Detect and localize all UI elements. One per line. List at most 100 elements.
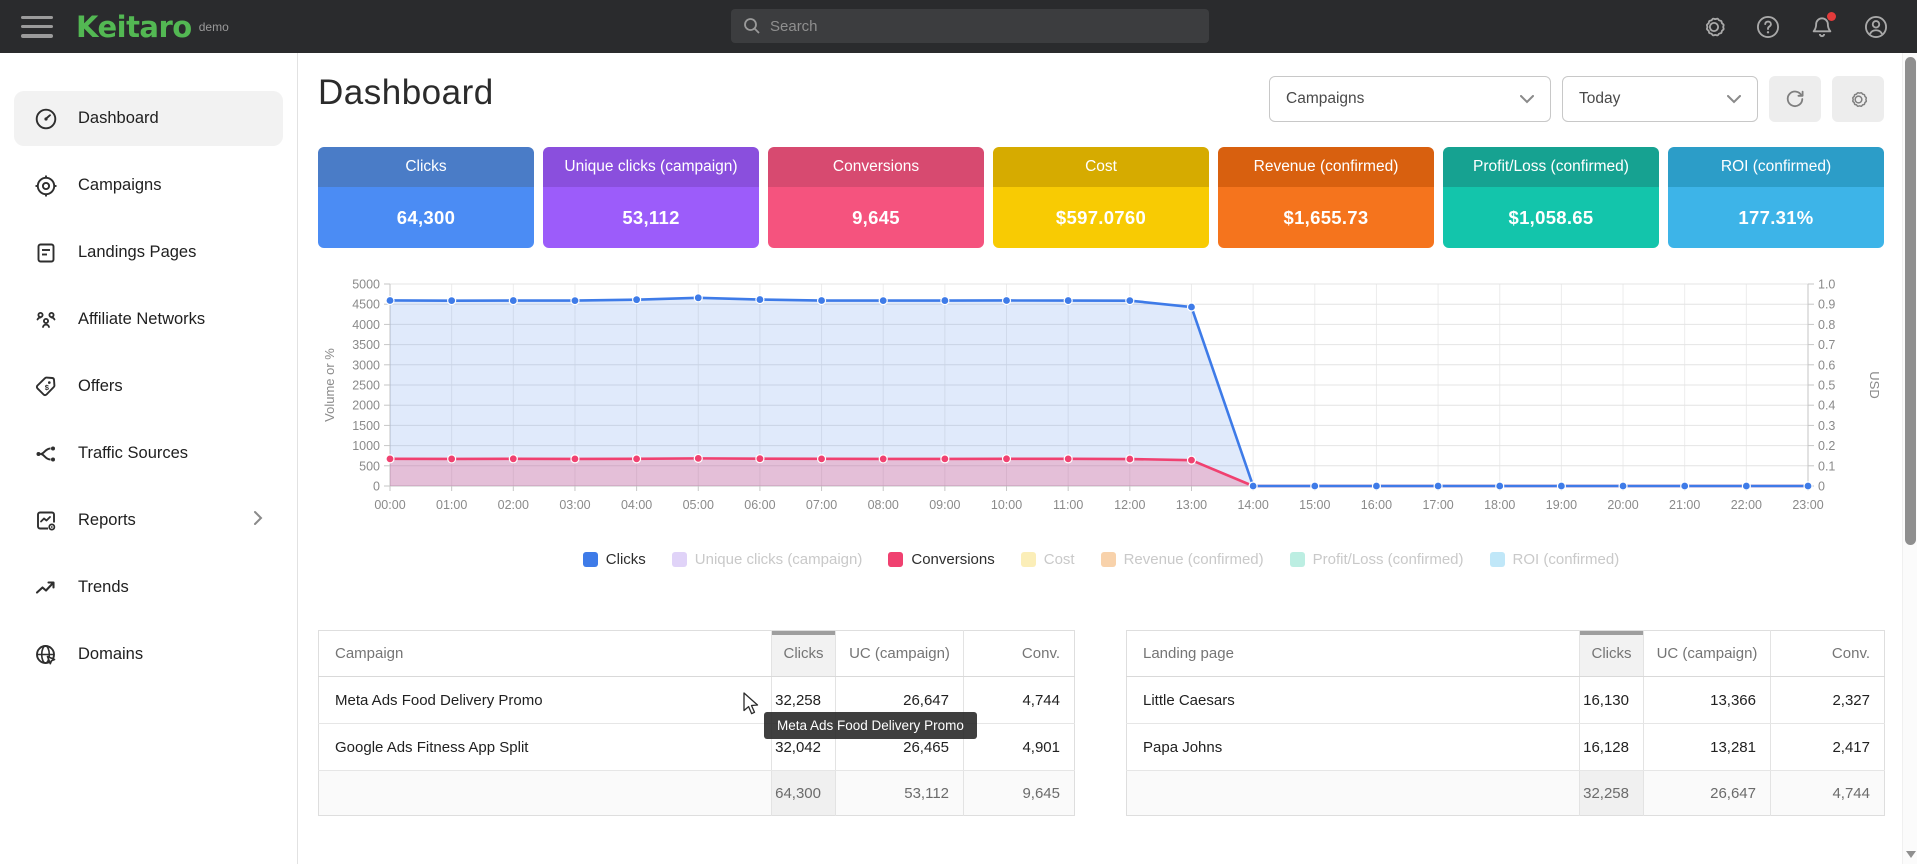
column-header-clicks[interactable]: Clicks — [1580, 631, 1644, 677]
svg-text:0.5: 0.5 — [1818, 379, 1835, 393]
svg-text:13:00: 13:00 — [1176, 498, 1207, 512]
legend-label: Profit/Loss (confirmed) — [1313, 551, 1464, 568]
search-input[interactable] — [770, 18, 1170, 35]
row-value-cell: 4,744 — [964, 677, 1075, 724]
svg-text:5000: 5000 — [352, 278, 380, 292]
affiliate-people-icon — [33, 307, 59, 333]
metric-card-unique-clicks-campaign-[interactable]: Unique clicks (campaign)53,112 — [543, 147, 759, 248]
sidebar-item-label: Landings Pages — [78, 243, 196, 262]
svg-text:0.7: 0.7 — [1818, 338, 1835, 352]
date-range-select[interactable]: Today — [1562, 76, 1758, 122]
table-row[interactable]: Little Caesars16,13013,3662,327 — [1127, 677, 1885, 724]
account-icon[interactable] — [1863, 14, 1889, 40]
page-scrollbar[interactable] — [1902, 53, 1917, 864]
column-header-landing-page[interactable]: Landing page — [1127, 631, 1580, 677]
global-search[interactable] — [731, 9, 1209, 43]
svg-text:$: $ — [45, 382, 50, 391]
legend-label: Clicks — [606, 551, 646, 568]
legend-item-clicks[interactable]: Clicks — [583, 551, 646, 568]
sidebar-item-label: Dashboard — [78, 109, 159, 128]
legend-item-roi-confirmed-[interactable]: ROI (confirmed) — [1490, 551, 1620, 568]
sidebar-item-landings-pages[interactable]: Landings Pages — [14, 225, 283, 280]
sidebar-item-traffic-sources[interactable]: Traffic Sources — [14, 426, 283, 481]
metric-card-revenue-confirmed-[interactable]: Revenue (confirmed)$1,655.73 — [1218, 147, 1434, 248]
totals-cell: 4,744 — [1771, 771, 1885, 816]
legend-item-unique-clicks-campaign-[interactable]: Unique clicks (campaign) — [672, 551, 863, 568]
menu-toggle-icon[interactable] — [21, 16, 53, 38]
sidebar-item-reports[interactable]: Reports — [14, 493, 283, 548]
summary-tables-row: CampaignClicksUC (campaign)Conv.Meta Ads… — [318, 630, 1884, 816]
svg-text:00:00: 00:00 — [374, 498, 405, 512]
dashboard-settings-button[interactable] — [1832, 76, 1884, 122]
metric-card-label: Conversions — [768, 147, 984, 187]
svg-text:06:00: 06:00 — [744, 498, 775, 512]
metric-card-label: Cost — [993, 147, 1209, 187]
svg-text:08:00: 08:00 — [868, 498, 899, 512]
row-name-cell[interactable]: Papa Johns — [1127, 724, 1580, 771]
notification-dot — [1827, 12, 1836, 21]
metric-card-profit-loss-confirmed-[interactable]: Profit/Loss (confirmed)$1,058.65 — [1443, 147, 1659, 248]
legend-label: Unique clicks (campaign) — [695, 551, 863, 568]
totals-cell: 53,112 — [836, 771, 964, 816]
sidebar-item-domains[interactable]: Domains — [14, 627, 283, 682]
column-header-clicks[interactable]: Clicks — [772, 631, 836, 677]
row-name-cell[interactable]: Meta Ads Food Delivery Promo — [319, 677, 772, 724]
date-range-value: Today — [1579, 90, 1620, 108]
sidebar-item-affiliate-networks[interactable]: Affiliate Networks — [14, 292, 283, 347]
svg-text:17:00: 17:00 — [1422, 498, 1453, 512]
refresh-icon — [1784, 88, 1806, 110]
svg-text:0.2: 0.2 — [1818, 439, 1835, 453]
metric-card-value: 177.31% — [1668, 187, 1884, 248]
row-value-cell: 16,130 — [1580, 677, 1644, 724]
totals-cell: 26,647 — [1644, 771, 1771, 816]
sidebar-item-label: Traffic Sources — [78, 444, 188, 463]
traffic-chart[interactable]: 0500100015002000250030003500400045005000… — [318, 270, 1884, 525]
legend-item-conversions[interactable]: Conversions — [888, 551, 994, 568]
svg-text:10:00: 10:00 — [991, 498, 1022, 512]
row-name-cell[interactable]: Google Ads Fitness App Split — [319, 724, 772, 771]
sidebar: Dashboard Campaigns Landings Pages Affiliat… — [0, 53, 298, 864]
gear-icon — [1848, 89, 1869, 110]
notifications-bell-icon[interactable] — [1809, 14, 1835, 40]
chevron-down-icon — [1520, 95, 1534, 104]
metric-card-label: Profit/Loss (confirmed) — [1443, 147, 1659, 187]
campaigns-target-icon — [33, 173, 59, 199]
refresh-button[interactable] — [1769, 76, 1821, 122]
legend-swatch — [672, 552, 687, 567]
svg-text:500: 500 — [359, 459, 380, 473]
column-header-uc-campaign-[interactable]: UC (campaign) — [1644, 631, 1771, 677]
legend-item-revenue-confirmed-[interactable]: Revenue (confirmed) — [1101, 551, 1264, 568]
sidebar-item-label: Affiliate Networks — [78, 310, 205, 329]
svg-text:03:00: 03:00 — [559, 498, 590, 512]
grouping-select[interactable]: Campaigns — [1269, 76, 1551, 122]
sidebar-item-offers[interactable]: $Offers — [14, 359, 283, 414]
sidebar-item-trends[interactable]: Trends — [14, 560, 283, 615]
metric-card-clicks[interactable]: Clicks64,300 — [318, 147, 534, 248]
totals-cell: 64,300 — [772, 771, 836, 816]
column-header-campaign[interactable]: Campaign — [319, 631, 772, 677]
column-header-conv-[interactable]: Conv. — [1771, 631, 1885, 677]
column-header-conv-[interactable]: Conv. — [964, 631, 1075, 677]
metric-card-cost[interactable]: Cost$597.0760 — [993, 147, 1209, 248]
column-header-uc-campaign-[interactable]: UC (campaign) — [836, 631, 964, 677]
scrollbar-thumb[interactable] — [1905, 57, 1916, 545]
svg-text:0: 0 — [373, 480, 380, 494]
metric-card-roi-confirmed-[interactable]: ROI (confirmed)177.31% — [1668, 147, 1884, 248]
sidebar-item-campaigns[interactable]: Campaigns — [14, 158, 283, 213]
svg-text:4000: 4000 — [352, 318, 380, 332]
legend-label: ROI (confirmed) — [1513, 551, 1620, 568]
help-icon[interactable] — [1755, 14, 1781, 40]
row-name-cell[interactable]: Little Caesars — [1127, 677, 1580, 724]
metric-cards-row: Clicks64,300Unique clicks (campaign)53,1… — [318, 147, 1884, 248]
settings-icon[interactable] — [1701, 14, 1727, 40]
scrollbar-down-arrow[interactable] — [1906, 851, 1916, 858]
metric-card-conversions[interactable]: Conversions9,645 — [768, 147, 984, 248]
page-title: Dashboard — [318, 73, 494, 113]
svg-text:07:00: 07:00 — [806, 498, 837, 512]
svg-text:0: 0 — [1818, 480, 1825, 494]
legend-item-cost[interactable]: Cost — [1021, 551, 1075, 568]
table-row[interactable]: Papa Johns16,12813,2812,417 — [1127, 724, 1885, 771]
legend-item-profit-loss-confirmed-[interactable]: Profit/Loss (confirmed) — [1290, 551, 1464, 568]
trends-arrow-icon — [33, 575, 59, 601]
sidebar-item-dashboard[interactable]: Dashboard — [14, 91, 283, 146]
